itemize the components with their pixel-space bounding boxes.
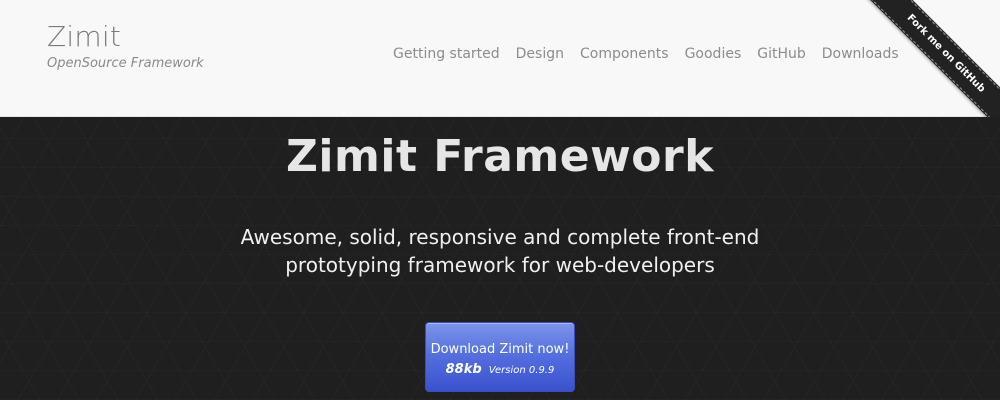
nav-design[interactable]: Design: [516, 46, 564, 62]
fork-me-ribbon[interactable]: Fork me on GitHub: [862, 0, 1000, 143]
nav-getting-started[interactable]: Getting started: [393, 46, 500, 62]
nav-goodies[interactable]: Goodies: [685, 46, 742, 62]
download-button[interactable]: Download Zimit now! 88kb Version 0.9.9: [425, 322, 575, 392]
download-button-meta: 88kb Version 0.9.9: [426, 360, 574, 379]
site-header: Zimit OpenSource Framework Getting start…: [0, 0, 1000, 117]
brand[interactable]: Zimit OpenSource Framework: [47, 20, 204, 71]
site-logo-title[interactable]: Zimit: [47, 20, 204, 54]
nav-components[interactable]: Components: [580, 46, 669, 62]
hero-title: Zimit Framework: [286, 131, 714, 182]
download-button-label: Download Zimit now!: [430, 342, 570, 357]
main-nav: Getting started Design Components Goodie…: [393, 46, 899, 62]
hero-subtitle: Awesome, solid, responsive and complete …: [0, 223, 1000, 279]
download-version: Version 0.9.9: [488, 365, 555, 376]
nav-github[interactable]: GitHub: [757, 46, 806, 62]
hero-subtitle-line-1: Awesome, solid, responsive and complete …: [240, 225, 760, 249]
hero-subtitle-line-2: prototyping framework for web-developers: [285, 253, 715, 277]
site-tagline: OpenSource Framework: [47, 56, 204, 71]
download-size: 88kb: [445, 362, 482, 377]
hero-section: Zimit Framework Awesome, solid, responsi…: [0, 117, 1000, 400]
